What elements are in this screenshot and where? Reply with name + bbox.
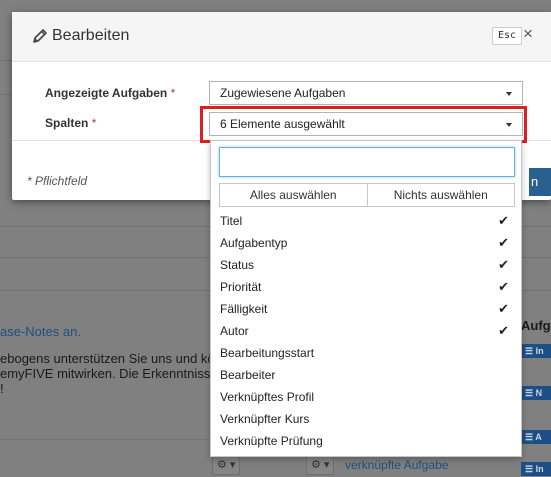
save-button[interactable]: n <box>529 168 551 196</box>
bg-column-header: Aufga <box>521 318 551 333</box>
column-option-label: Verknüpftes Profil <box>220 390 315 404</box>
bulk-actions: Alles auswählen Nichts auswählen <box>219 183 515 207</box>
column-option[interactable]: Fälligkeit ✔ <box>211 298 521 320</box>
displayed-tasks-select[interactable]: Zugewiesene Aufgaben <box>209 81 523 105</box>
close-icon[interactable]: × <box>523 24 533 44</box>
bg-text-line: ! <box>0 381 4 396</box>
column-option[interactable]: Bearbeitungsstart <box>211 342 521 364</box>
modal-title: Bearbeiten <box>52 27 130 44</box>
modal-header: Bearbeiten Esc × <box>12 12 551 62</box>
columns-multiselect[interactable]: 6 Elemente ausgewählt <box>209 112 523 136</box>
field-label-text: Angezeigte Aufgaben <box>45 86 168 100</box>
bg-badge: ☰ In <box>521 344 551 358</box>
required-marker: * <box>170 86 176 100</box>
select-none-button[interactable]: Nichts auswählen <box>367 183 515 207</box>
required-marker: * <box>91 116 97 130</box>
select-value: 6 Elemente ausgewählt <box>220 117 345 131</box>
column-option[interactable]: Priorität ✔ <box>211 276 521 298</box>
esc-key-hint: Esc <box>492 27 523 45</box>
bg-release-notes-text[interactable]: ase-Notes an. <box>0 324 81 339</box>
bg-badge: ☰ A <box>521 430 551 444</box>
columns-dropdown-panel: Alles auswählen Nichts auswählen Titel ✔ A… <box>210 140 522 457</box>
select-all-button[interactable]: Alles auswählen <box>219 183 368 207</box>
column-option[interactable]: Autor ✔ <box>211 320 521 342</box>
checkmark-icon: ✔ <box>498 279 509 294</box>
select-value: Zugewiesene Aufgaben <box>220 86 346 100</box>
column-option-label: Status <box>220 258 255 272</box>
caret-down-icon <box>506 123 512 127</box>
checkmark-icon: ✔ <box>498 323 509 338</box>
column-options-list: Titel ✔ Aufgabentyp ✔ Status ✔ Priorität ✔ Fälli… <box>211 210 521 452</box>
checkmark-icon: ✔ <box>498 301 509 316</box>
column-option[interactable]: Verknüpftes Profil <box>211 386 521 408</box>
bg-badge: ☰ N <box>521 386 551 400</box>
column-option-label: Titel <box>220 214 243 228</box>
required-footnote: * Pflichtfeld <box>27 174 88 188</box>
checkmark-icon: ✔ <box>498 257 509 272</box>
bg-gear-dropdown[interactable]: ⚙ ▾ <box>212 455 241 475</box>
bg-gear-dropdown[interactable]: ⚙ ▾ <box>306 455 335 475</box>
column-option-label: Verknüpfte Prüfung <box>220 434 323 448</box>
pencil-icon <box>33 29 47 43</box>
column-option[interactable]: Bearbeiter <box>211 364 521 386</box>
column-option[interactable]: Verknüpfter Kurs <box>211 408 521 430</box>
column-option[interactable]: Titel ✔ <box>211 210 521 232</box>
column-option-label: Autor <box>220 324 249 338</box>
caret-down-icon <box>506 92 512 96</box>
bg-badge: ☰ In <box>521 462 551 476</box>
bg-linked-task-link[interactable]: verknüpfte Aufgabe <box>345 458 448 472</box>
column-search-input[interactable] <box>219 147 515 177</box>
column-option-label: Priorität <box>220 280 262 294</box>
column-option-label: Bearbeitungsstart <box>220 346 315 360</box>
columns-label: Spalten * <box>45 116 96 130</box>
field-label-text: Spalten <box>45 116 89 130</box>
checkmark-icon: ✔ <box>498 213 509 228</box>
column-option[interactable]: Status ✔ <box>211 254 521 276</box>
column-option-label: Fälligkeit <box>220 302 268 316</box>
column-option-label: Verknüpfter Kurs <box>220 412 310 426</box>
displayed-tasks-label: Angezeigte Aufgaben * <box>45 86 175 100</box>
column-option[interactable]: Aufgabentyp ✔ <box>211 232 521 254</box>
bg-text-line: emyFIVE mitwirken. Die Erkenntnisse <box>0 366 218 381</box>
checkmark-icon: ✔ <box>498 235 509 250</box>
bg-text-line: ebogens unterstützen Sie uns und kön <box>0 351 222 366</box>
column-option-label: Bearbeiter <box>220 368 276 382</box>
column-option-label: Aufgabentyp <box>220 236 288 250</box>
column-option[interactable]: Verknüpfte Prüfung <box>211 430 521 452</box>
